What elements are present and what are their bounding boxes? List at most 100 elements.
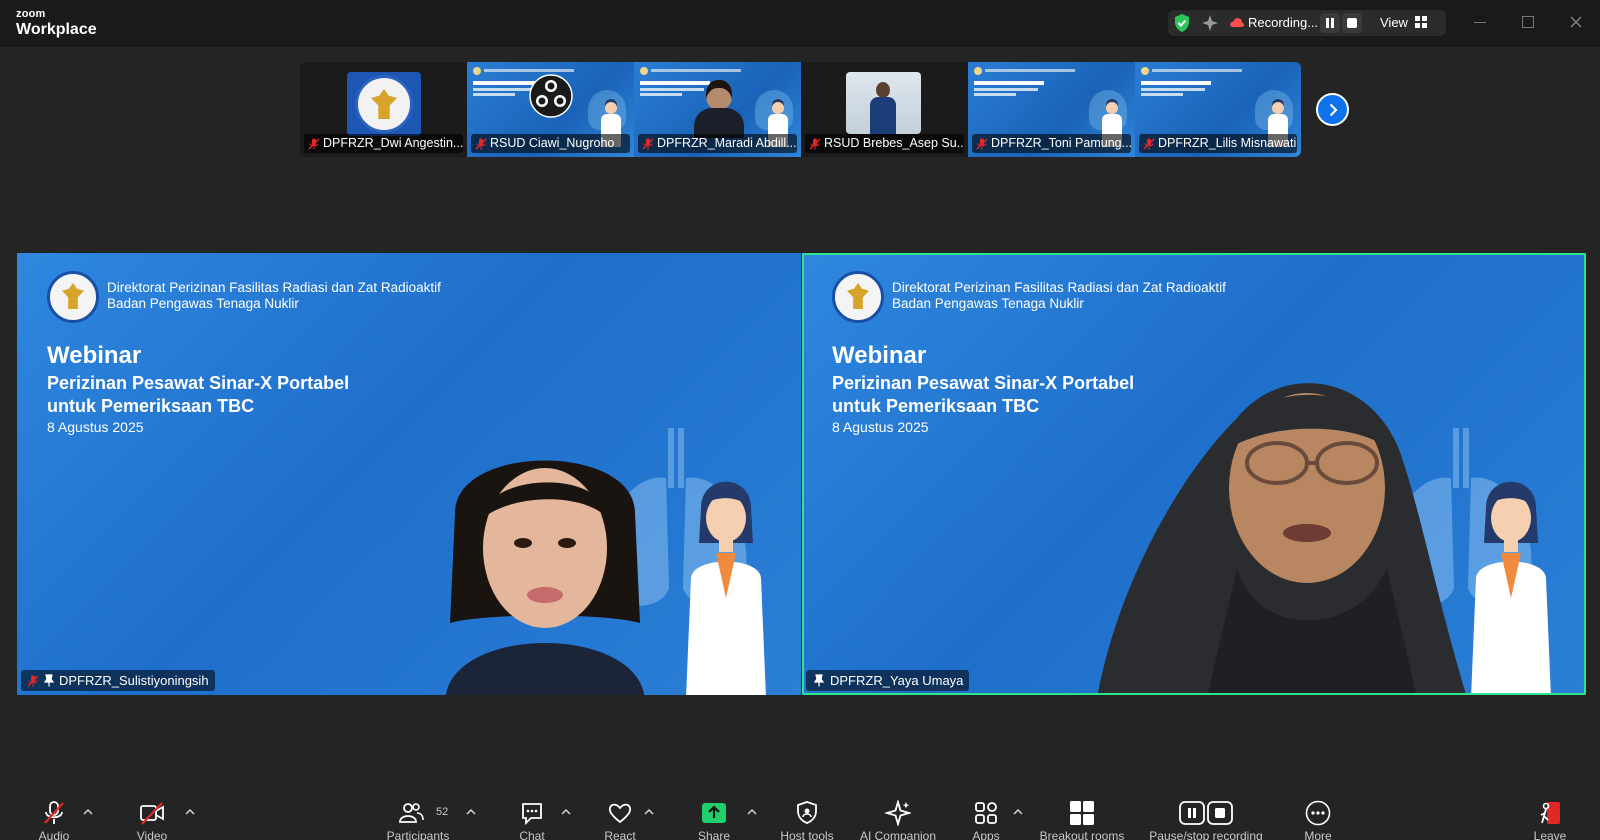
participant-thumbnail[interactable]: DPFRZR_Toni Pamung... xyxy=(968,62,1135,157)
more-button[interactable]: More xyxy=(1292,787,1344,840)
breakout-rooms-label: Breakout rooms xyxy=(1039,829,1125,840)
pause-stop-recording-icon xyxy=(1179,801,1233,825)
chat-button[interactable]: Chat xyxy=(506,787,558,840)
participant-thumbnail[interactable]: RSUD Ciawi_Nugroho xyxy=(467,62,634,157)
video-pane-right[interactable]: Direktorat Perizinan Fasilitas Radiasi d… xyxy=(802,253,1586,695)
ai-sparkle-icon[interactable] xyxy=(1200,13,1220,33)
video-button[interactable]: Video xyxy=(126,787,178,840)
participant-thumbnail-strip: DPFRZR_Dwi Angestin... RSUD Ciawi_Nugroh… xyxy=(300,62,1301,157)
mic-muted-icon xyxy=(976,138,988,150)
participants-icon xyxy=(399,803,424,823)
pin-icon xyxy=(43,674,55,687)
view-button[interactable]: View xyxy=(1380,15,1408,30)
more-label: More xyxy=(1304,829,1332,840)
pause-stop-recording-label: Pause/stop recording xyxy=(1149,829,1263,840)
participant-name-label: DPFRZR_Maradi Abdill... xyxy=(638,134,797,153)
slide-subtitle-line1: Perizinan Pesawat Sinar-X Portabel xyxy=(47,373,350,393)
slide-title: Webinar xyxy=(47,342,142,369)
breakout-rooms-button[interactable]: Breakout rooms xyxy=(1034,787,1130,840)
react-label: React xyxy=(604,829,636,840)
slide-org-line2: Badan Pengawas Tenaga Nuklir xyxy=(107,296,299,311)
next-page-button[interactable] xyxy=(1316,93,1349,126)
leave-label: Leave xyxy=(1533,829,1567,840)
participant-thumbnail[interactable]: RSUD Brebes_Asep Su... xyxy=(801,62,968,157)
participant-name-tag: DPFRZR_Sulistiyoningsih xyxy=(21,670,215,691)
participant-name: DPFRZR_Sulistiyoningsih xyxy=(59,673,209,688)
apps-icon xyxy=(975,802,997,824)
ai-companion-label: AI Companion xyxy=(859,829,937,840)
participant-profile-photo xyxy=(846,72,921,134)
share-screen-icon xyxy=(702,803,726,823)
heart-icon xyxy=(608,803,632,824)
participant-name-label: DPFRZR_Toni Pamung... xyxy=(972,134,1131,153)
mic-muted-icon xyxy=(475,138,487,150)
video-options-caret-icon[interactable] xyxy=(185,809,195,815)
participant-name: DPFRZR_Yaya Umaya xyxy=(830,673,964,688)
ai-sparkle-icon xyxy=(885,800,911,826)
title-bar: zoom Workplace Recording... View xyxy=(0,0,1600,47)
meeting-toolbar: Audio Video 52 Participants Chat React S… xyxy=(0,787,1600,840)
speaker-video xyxy=(1097,383,1467,695)
share-button[interactable]: Share xyxy=(688,787,740,840)
more-dots-icon xyxy=(1305,800,1331,826)
participant-name-label: DPFRZR_Dwi Angestin... xyxy=(304,134,463,153)
host-tools-button[interactable]: Host tools xyxy=(774,787,840,840)
react-options-caret-icon[interactable] xyxy=(644,809,654,815)
react-button[interactable]: React xyxy=(594,787,646,840)
participant-thumbnail[interactable]: DPFRZR_Lilis Misnawati xyxy=(1135,62,1301,157)
participant-name-label: RSUD Ciawi_Nugroho xyxy=(471,134,630,153)
chat-icon xyxy=(522,803,542,826)
zoom-meeting-window: zoom Workplace Recording... View DPFRZR_… xyxy=(0,0,1600,840)
pin-icon xyxy=(813,674,825,687)
slide-subtitle-line2: untuk Pemeriksaan TBC xyxy=(47,396,255,416)
slide-title: Webinar xyxy=(832,342,927,369)
slide-org-line2: Badan Pengawas Tenaga Nuklir xyxy=(892,296,1084,311)
share-options-caret-icon[interactable] xyxy=(747,809,757,815)
slide-date: 8 Agustus 2025 xyxy=(47,419,144,435)
pause-recording-button[interactable] xyxy=(1320,13,1340,33)
apps-options-caret-icon[interactable] xyxy=(1013,809,1023,815)
pause-stop-recording-button[interactable]: Pause/stop recording xyxy=(1144,787,1268,840)
slide-org-line1: Direktorat Perizinan Fasilitas Radiasi d… xyxy=(892,280,1226,295)
audio-button[interactable]: Audio xyxy=(28,787,80,840)
participant-name-label: RSUD Brebes_Asep Su... xyxy=(805,134,964,153)
participant-name: DPFRZR_Lilis Misnawati xyxy=(1158,136,1297,150)
slide-org-line1: Direktorat Perizinan Fasilitas Radiasi d… xyxy=(107,280,441,295)
participants-button[interactable]: 52 Participants xyxy=(380,787,456,840)
apps-button[interactable]: Apps xyxy=(960,787,1012,840)
mic-muted-icon xyxy=(27,675,39,687)
shield-check-icon[interactable] xyxy=(1172,13,1192,33)
app-brand: zoom Workplace xyxy=(16,9,97,38)
participant-thumbnail[interactable]: DPFRZR_Maradi Abdill... xyxy=(634,62,801,157)
participant-video xyxy=(694,80,744,138)
host-tools-label: Host tools xyxy=(780,829,834,840)
participant-name: DPFRZR_Dwi Angestin... xyxy=(323,136,463,150)
maximize-window-button[interactable] xyxy=(1522,16,1534,28)
participant-name: RSUD Brebes_Asep Su... xyxy=(824,136,964,150)
ai-companion-button[interactable]: AI Companion xyxy=(854,787,942,840)
bapeten-logo xyxy=(47,271,99,323)
slide-subtitle-line2: untuk Pemeriksaan TBC xyxy=(832,396,1040,416)
participants-label: Participants xyxy=(386,829,450,840)
participants-options-caret-icon[interactable] xyxy=(466,809,476,815)
mic-muted-icon xyxy=(44,801,64,824)
recording-label: Recording... xyxy=(1248,15,1319,30)
grid-view-icon[interactable] xyxy=(1415,16,1427,28)
minimize-window-button[interactable] xyxy=(1474,22,1486,23)
obs-logo-icon xyxy=(529,74,573,118)
close-window-button[interactable] xyxy=(1568,14,1584,30)
mic-muted-icon xyxy=(1143,138,1155,150)
mic-muted-icon xyxy=(809,138,821,150)
cloud-recording-icon xyxy=(1230,18,1245,27)
slide-date: 8 Agustus 2025 xyxy=(832,419,929,435)
participant-name-tag: DPFRZR_Yaya Umaya xyxy=(806,670,970,691)
video-pane-left[interactable]: Direktorat Perizinan Fasilitas Radiasi d… xyxy=(17,253,801,695)
chat-options-caret-icon[interactable] xyxy=(561,809,571,815)
participant-thumbnail[interactable]: DPFRZR_Dwi Angestin... xyxy=(300,62,467,157)
brand-small: zoom xyxy=(16,8,46,20)
leave-button[interactable]: Leave xyxy=(1524,787,1576,840)
bapeten-logo xyxy=(832,271,884,323)
stop-recording-button[interactable] xyxy=(1342,13,1362,33)
brand-large: Workplace xyxy=(16,21,97,38)
audio-options-caret-icon[interactable] xyxy=(83,809,93,815)
